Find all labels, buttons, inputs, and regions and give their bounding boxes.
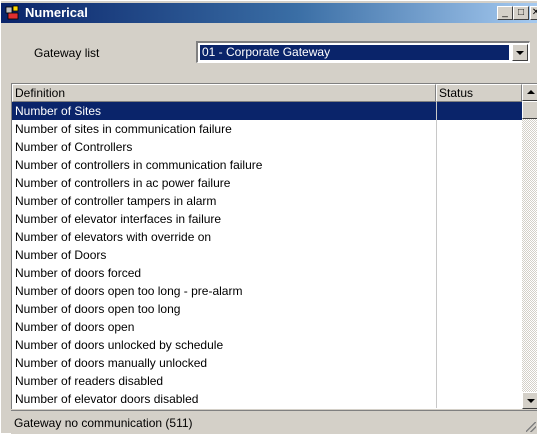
definition-cell: Number of Doors [15, 248, 107, 262]
status-cell [436, 174, 522, 192]
status-cell [436, 192, 522, 210]
definition-cell: Number of controller tampers in alarm [15, 194, 217, 208]
status-cell [436, 156, 522, 174]
status-cell [436, 228, 522, 246]
table-row[interactable]: Number of doors unlocked by schedule [12, 336, 522, 354]
table-row[interactable]: Number of Controllers [12, 138, 522, 156]
table-row[interactable]: Number of controllers in ac power failur… [12, 174, 522, 192]
definition-cell: Number of controllers in communication f… [15, 158, 263, 172]
table-row[interactable]: Number of doors open [12, 318, 522, 336]
table-row[interactable]: Number of doors open too long [12, 300, 522, 318]
table-row[interactable]: Number of sites in communication failure [12, 120, 522, 138]
resize-grip-icon[interactable] [526, 422, 536, 432]
table-row[interactable]: Number of doors open too long - pre-alar… [12, 282, 522, 300]
status-text: Gateway no communication (511) [14, 416, 193, 430]
definition-cell: Number of doors open too long - pre-alar… [15, 284, 243, 298]
table-row[interactable]: Number of elevator interfaces in failure [12, 210, 522, 228]
definitions-table[interactable]: Definition Status Number of Sites Number … [11, 83, 537, 409]
chevron-down-icon[interactable] [512, 44, 528, 61]
table-row[interactable]: Number of doors manually unlocked [12, 354, 522, 372]
table-row[interactable]: Number of Sites [12, 102, 522, 120]
status-bar: Gateway no communication (511) [11, 410, 537, 434]
table-row[interactable]: Number of controller tampers in alarm [12, 192, 522, 210]
numerical-window: Numerical _ □ ✕ Gateway list 01 - Corpor… [0, 0, 537, 434]
table-body: Number of Sites Number of sites in commun… [12, 102, 522, 408]
status-cell [436, 282, 522, 300]
status-cell [436, 120, 522, 138]
gateway-list-label: Gateway list [34, 46, 100, 60]
status-cell [436, 210, 522, 228]
scroll-thumb[interactable] [522, 101, 537, 119]
table-row[interactable]: Number of elevators with override on [12, 228, 522, 246]
definition-cell: Number of elevator doors disabled [15, 392, 199, 406]
definition-cell: Number of doors open [15, 320, 135, 334]
scroll-up-icon[interactable] [522, 84, 537, 101]
column-header-definition[interactable]: Definition [12, 84, 436, 102]
status-cell [436, 354, 522, 372]
definition-cell: Number of readers disabled [15, 374, 164, 388]
status-cell [436, 318, 522, 336]
vertical-scrollbar[interactable] [522, 84, 537, 409]
table-row[interactable]: Number of elevator doors disabled [12, 390, 522, 408]
definition-cell: Number of elevators with override on [15, 230, 212, 244]
scroll-down-icon[interactable] [522, 392, 537, 409]
definition-cell: Number of doors forced [15, 266, 142, 280]
definition-cell: Number of doors open too long [15, 302, 181, 316]
definition-cell: Number of sites in communication failure [15, 122, 232, 136]
table-row[interactable]: Number of controllers in communication f… [12, 156, 522, 174]
status-cell [436, 336, 522, 354]
gateway-selected-value[interactable]: 01 - Corporate Gateway [200, 45, 509, 60]
definition-cell: Number of elevator interfaces in failure [15, 212, 222, 226]
definition-cell: Number of doors unlocked by schedule [15, 338, 224, 352]
close-button[interactable]: ✕ [530, 6, 537, 20]
app-icon [5, 5, 19, 20]
status-cell [436, 372, 522, 390]
minimize-button[interactable]: _ [497, 6, 513, 20]
status-cell [436, 390, 522, 408]
table-row[interactable]: Number of Doors [12, 246, 522, 264]
window-title: Numerical [25, 5, 88, 20]
maximize-button[interactable]: □ [513, 6, 529, 20]
definition-cell: Number of Sites [15, 104, 102, 118]
definition-cell: Number of Controllers [15, 140, 133, 154]
table-row[interactable]: Number of readers disabled [12, 372, 522, 390]
definition-cell: Number of doors manually unlocked [15, 356, 208, 370]
title-bar[interactable]: Numerical _ □ ✕ [1, 3, 537, 23]
status-cell [436, 138, 522, 156]
status-cell [436, 102, 522, 120]
table-row[interactable]: Number of doors forced [12, 264, 522, 282]
status-cell [436, 264, 522, 282]
column-header-status[interactable]: Status [436, 84, 522, 102]
gateway-select[interactable]: 01 - Corporate Gateway [196, 41, 530, 63]
definition-cell: Number of controllers in ac power failur… [15, 176, 231, 190]
status-cell [436, 246, 522, 264]
status-cell [436, 300, 522, 318]
